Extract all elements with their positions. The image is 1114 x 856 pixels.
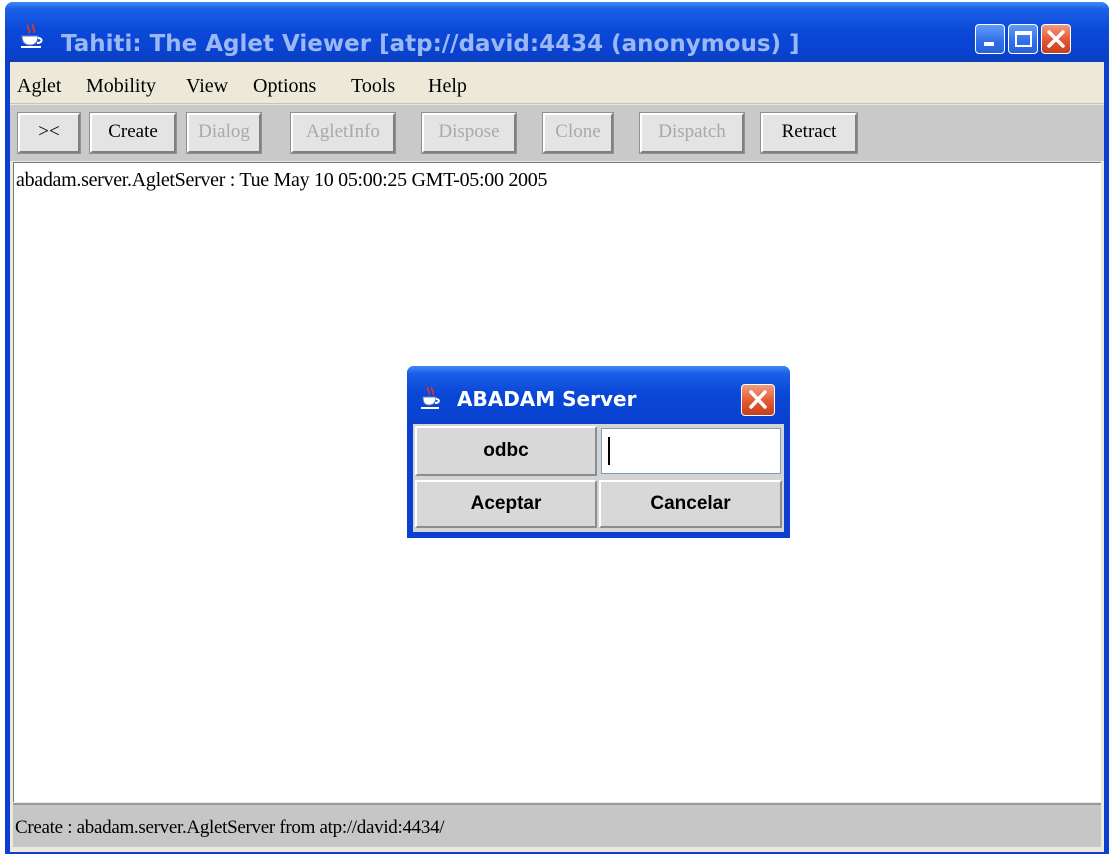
clone-button[interactable]: Clone: [542, 112, 614, 154]
status-bar: Create : abadam.server.AgletServer from …: [13, 803, 1101, 847]
text-caret: [608, 437, 610, 465]
odbc-input[interactable]: [601, 428, 781, 474]
menu-view[interactable]: View: [186, 74, 228, 98]
menu-options[interactable]: Options: [253, 74, 316, 98]
aglet-list-item[interactable]: abadam.server.AgletServer : Tue May 10 0…: [16, 169, 547, 192]
toggle-button[interactable]: ><: [17, 112, 81, 154]
aceptar-button[interactable]: Aceptar: [415, 480, 597, 528]
dialog-title: ABADAM Server: [457, 387, 637, 411]
odbc-label: odbc: [415, 426, 597, 476]
menu-bar: Aglet Mobility View Options Tools Help: [10, 64, 1104, 104]
maximize-button[interactable]: [1008, 24, 1038, 54]
dialog-close-button[interactable]: [741, 384, 775, 416]
minimize-icon: [984, 42, 994, 46]
minimize-button[interactable]: [975, 24, 1005, 54]
abadam-server-dialog: ABADAM Server odbc Aceptar Cancelar: [407, 366, 790, 538]
menu-mobility[interactable]: Mobility: [86, 74, 156, 98]
dispose-button[interactable]: Dispose: [421, 112, 517, 154]
java-cup-icon: [21, 23, 43, 48]
create-button[interactable]: Create: [89, 112, 177, 154]
menu-help[interactable]: Help: [428, 74, 467, 98]
dialog-body: odbc Aceptar Cancelar: [413, 424, 784, 532]
maximize-icon: [1015, 31, 1032, 47]
agletinfo-button[interactable]: AgletInfo: [290, 112, 396, 154]
status-text: Create : abadam.server.AgletServer from …: [15, 817, 445, 838]
cancelar-button[interactable]: Cancelar: [599, 480, 782, 528]
dispatch-button[interactable]: Dispatch: [639, 112, 745, 154]
title-bar[interactable]: Tahiti: The Aglet Viewer [atp://david:44…: [5, 2, 1109, 62]
dialog-button[interactable]: Dialog: [186, 112, 262, 154]
java-cup-icon: [421, 386, 440, 409]
dialog-title-bar[interactable]: ABADAM Server: [407, 366, 790, 422]
menu-tools[interactable]: Tools: [351, 74, 395, 98]
close-button[interactable]: [1041, 24, 1071, 54]
window-title: Tahiti: The Aglet Viewer [atp://david:44…: [61, 31, 800, 57]
menu-aglet[interactable]: Aglet: [17, 74, 61, 98]
retract-button[interactable]: Retract: [760, 112, 858, 154]
close-icon: [749, 390, 767, 409]
toolbar: >< Create Dialog AgletInfo Dispose Clone…: [10, 105, 1104, 161]
close-icon: [1047, 30, 1065, 48]
